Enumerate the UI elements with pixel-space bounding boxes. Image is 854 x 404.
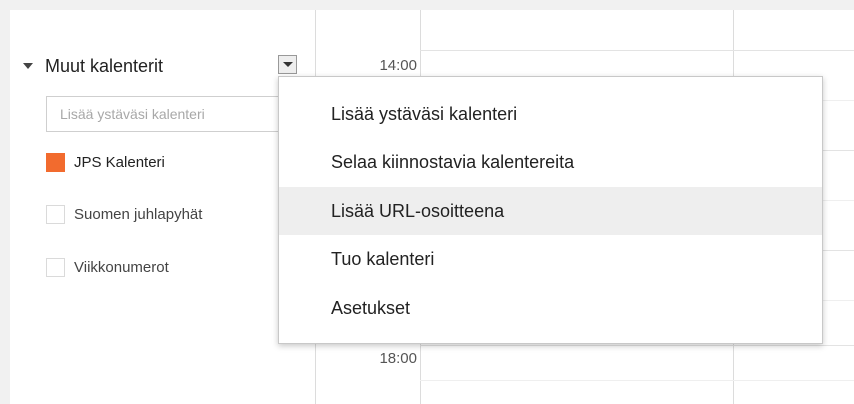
time-label: 18:00	[379, 350, 417, 367]
calendar-color-checkbox[interactable]	[46, 153, 65, 172]
grid-hour-line	[420, 345, 854, 346]
calendar-label: JPS Kalenteri	[74, 154, 165, 171]
left-edge	[0, 0, 10, 404]
section-title[interactable]: Muut kalenterit	[45, 56, 163, 77]
menu-item-settings[interactable]: Asetukset	[279, 284, 822, 332]
menu-item-add-by-url[interactable]: Lisää URL-osoitteena	[279, 187, 822, 235]
menu-item-import-calendar[interactable]: Tuo kalenteri	[279, 235, 822, 283]
top-edge	[0, 0, 854, 10]
calendar-item-jps[interactable]: JPS Kalenteri	[46, 151, 286, 175]
grid-half-hour-line	[420, 380, 854, 381]
calendar-checkbox[interactable]	[46, 258, 65, 277]
dropdown-arrow-icon	[283, 62, 293, 67]
calendar-checkbox[interactable]	[46, 205, 65, 224]
add-friend-calendar-input[interactable]	[46, 96, 282, 132]
menu-item-browse-calendars[interactable]: Selaa kiinnostavia kalentereita	[279, 138, 822, 186]
grid-hour-line	[420, 50, 854, 51]
calendar-label: Viikkonumerot	[74, 259, 169, 276]
time-label: 14:00	[379, 57, 417, 74]
other-calendars-menu: Lisää ystäväsi kalenteri Selaa kiinnosta…	[278, 76, 823, 344]
sidebar: Muut kalenterit JPS Kalenteri Suomen juh…	[10, 10, 315, 404]
calendar-item-week-numbers[interactable]: Viikkonumerot	[46, 256, 286, 280]
menu-item-add-friend-calendar[interactable]: Lisää ystäväsi kalenteri	[279, 90, 822, 138]
calendar-item-holidays[interactable]: Suomen juhlapyhät	[46, 203, 286, 227]
section-options-button[interactable]	[278, 55, 297, 74]
calendar-app: 14:00 18:00 Muut kalenterit JPS Kalenter…	[0, 0, 854, 404]
collapse-arrow-icon[interactable]	[23, 63, 33, 69]
calendar-label: Suomen juhlapyhät	[74, 206, 203, 223]
other-calendars-header: Muut kalenterit	[10, 52, 305, 82]
